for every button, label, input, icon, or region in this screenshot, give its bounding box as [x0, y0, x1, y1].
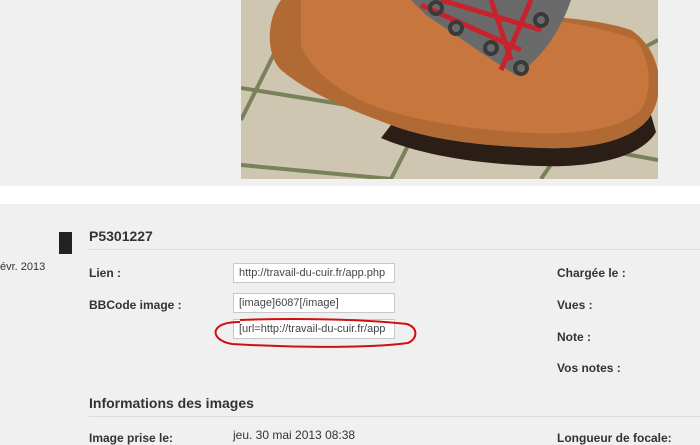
bbcode-url-field[interactable] — [233, 319, 395, 339]
uploaded-label: Chargée le : — [557, 266, 626, 280]
image-title: P5301227 — [89, 228, 153, 244]
taken-value: jeu. 30 mai 2013 08:38 — [233, 428, 356, 442]
bbcode-field[interactable] — [233, 293, 395, 313]
boot-photo[interactable] — [241, 0, 658, 179]
link-field[interactable] — [233, 263, 395, 283]
title-divider — [89, 249, 700, 250]
boot-image — [241, 0, 658, 179]
image-details-title: Informations des images — [89, 395, 254, 411]
link-label: Lien : — [89, 266, 121, 280]
dark-marker — [59, 232, 72, 254]
focal-length-label: Longueur de focale: — [557, 431, 672, 445]
left-date-fragment: évr. 2013 — [0, 261, 46, 273]
bbcode-label: BBCode image : — [89, 298, 182, 312]
taken-label: Image prise le: — [89, 431, 174, 445]
section-separator — [0, 186, 700, 204]
your-ratings-label: Vos notes : — [557, 361, 621, 375]
rating-label: Note : — [557, 330, 591, 344]
image-details-divider — [89, 416, 700, 417]
views-label: Vues : — [557, 298, 593, 312]
